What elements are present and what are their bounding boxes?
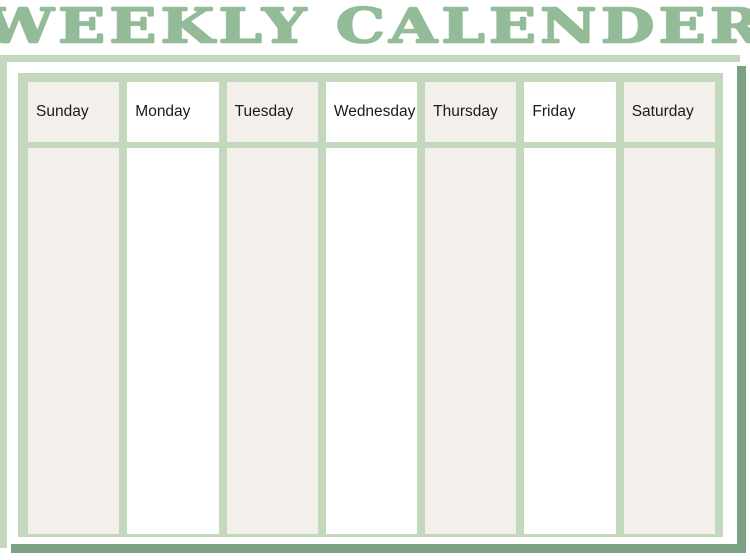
day-label: Thursday <box>433 103 498 120</box>
day-header-friday: Friday <box>524 82 616 142</box>
day-header-wednesday: Wednesday <box>325 82 418 142</box>
day-label: Saturday <box>631 103 694 120</box>
day-label: Friday <box>532 103 576 120</box>
day-label: Wednesday <box>333 103 416 120</box>
day-column-sunday: Sunday <box>28 82 120 534</box>
day-label: Sunday <box>36 103 89 120</box>
day-notes-area-sunday[interactable] <box>28 148 120 534</box>
day-column-thursday: Thursday <box>425 82 517 534</box>
day-header-monday: Monday <box>127 82 219 142</box>
day-column-wednesday: Wednesday <box>325 82 418 534</box>
day-column-monday: Monday <box>127 82 219 534</box>
day-header-thursday: Thursday <box>425 82 517 142</box>
weekly-calendar-page: WEEKLY CALENDER Sunday Monday Tuesday Wedne… <box>0 0 750 560</box>
page-title: WEEKLY CALENDER <box>0 0 750 52</box>
day-notes-area-thursday[interactable] <box>425 148 517 534</box>
day-notes-area-monday[interactable] <box>127 148 219 534</box>
day-column-friday: Friday <box>524 82 616 534</box>
day-header-tuesday: Tuesday <box>226 82 318 142</box>
day-column-saturday: Saturday <box>623 82 715 534</box>
day-header-sunday: Sunday <box>28 82 120 142</box>
day-notes-area-wednesday[interactable] <box>325 148 418 534</box>
day-label: Tuesday <box>234 103 294 120</box>
day-notes-area-tuesday[interactable] <box>226 148 318 534</box>
calendar-grid: Sunday Monday Tuesday Wednesday Thursday Frid… <box>28 82 715 534</box>
day-notes-area-friday[interactable] <box>524 148 616 534</box>
day-header-saturday: Saturday <box>623 82 715 142</box>
day-notes-area-saturday[interactable] <box>623 148 715 534</box>
day-column-tuesday: Tuesday <box>226 82 318 534</box>
day-label: Monday <box>135 103 191 120</box>
page-title-text: WEEKLY CALENDER <box>0 0 750 52</box>
